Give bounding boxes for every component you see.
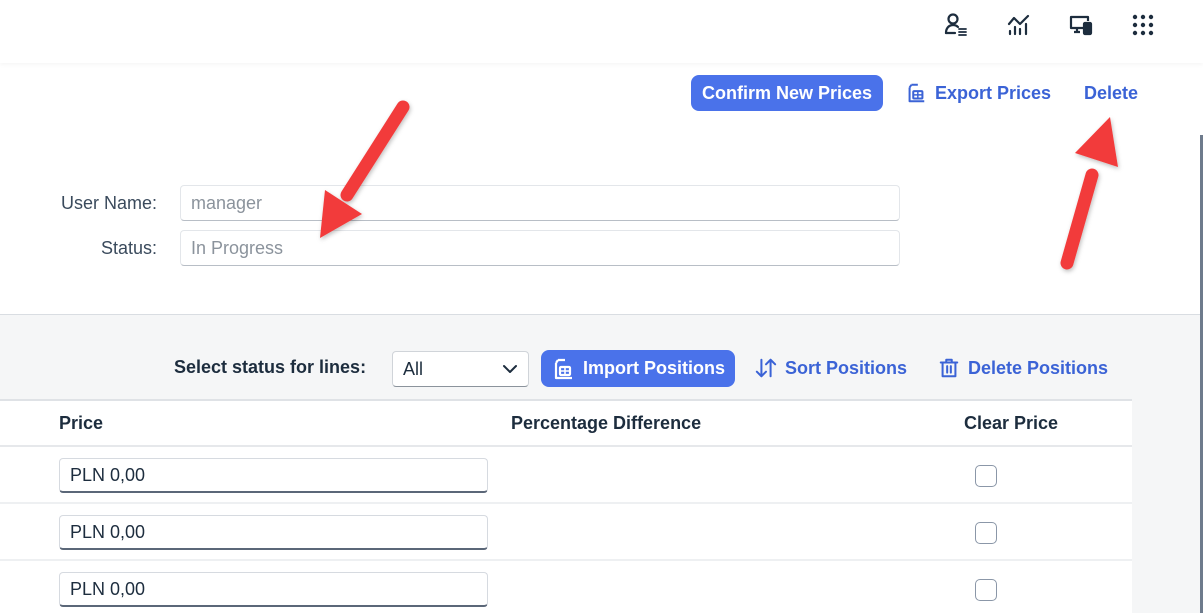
export-table-icon xyxy=(908,83,925,103)
sort-positions-label: Sort Positions xyxy=(785,357,908,378)
import-positions-button[interactable]: Import Positions xyxy=(541,350,736,387)
user-name-field[interactable]: manager xyxy=(180,185,900,221)
price-input[interactable]: PLN 0,00 xyxy=(59,572,488,607)
delete-positions-button[interactable]: Delete Positions xyxy=(938,350,1108,386)
clear-price-checkbox[interactable] xyxy=(975,579,997,601)
delete-label: Delete xyxy=(1084,82,1139,103)
device-icon[interactable] xyxy=(1068,12,1094,38)
table-header: Price Percentage Difference Clear Price xyxy=(0,401,1132,447)
clear-price-checkbox[interactable] xyxy=(975,522,997,544)
status-filter-value: All xyxy=(403,358,424,379)
table-row: PLN 0,00 xyxy=(0,504,1132,561)
price-value: PLN 0,00 xyxy=(70,578,146,599)
import-positions-label: Import Positions xyxy=(583,358,726,378)
price-input[interactable]: PLN 0,00 xyxy=(59,458,488,493)
app-grid-icon[interactable] xyxy=(1130,12,1156,38)
status-field[interactable]: In Progress xyxy=(180,230,900,266)
status-filter-label: Select status for lines: xyxy=(174,357,367,377)
analytics-icon[interactable] xyxy=(1006,12,1032,38)
column-header-percentage-difference[interactable]: Percentage Difference xyxy=(511,413,701,434)
confirm-new-prices-label: Confirm New Prices xyxy=(702,82,873,103)
price-value: PLN 0,00 xyxy=(70,521,146,542)
trash-icon xyxy=(939,358,959,378)
column-header-clear-price[interactable]: Clear Price xyxy=(964,413,1058,434)
user-name-label: User Name: xyxy=(60,193,157,213)
export-prices-label: Export Prices xyxy=(935,82,1052,103)
status-filter-select[interactable]: All xyxy=(392,351,529,387)
clear-price-checkbox[interactable] xyxy=(975,465,997,487)
user-name-value: manager xyxy=(191,192,263,213)
import-table-icon xyxy=(554,358,572,379)
column-header-price[interactable]: Price xyxy=(59,413,103,434)
price-value: PLN 0,00 xyxy=(70,464,146,485)
status-value: In Progress xyxy=(191,237,284,258)
sort-icon xyxy=(755,358,777,378)
shell-bar xyxy=(0,0,1203,63)
delete-positions-label: Delete Positions xyxy=(968,357,1109,378)
chevron-down-icon xyxy=(503,365,517,373)
sort-positions-button[interactable]: Sort Positions xyxy=(755,350,907,386)
table-row: PLN 0,00 xyxy=(0,561,1132,613)
table-row: PLN 0,00 xyxy=(0,447,1132,504)
price-input[interactable]: PLN 0,00 xyxy=(59,515,488,550)
user-settings-icon[interactable] xyxy=(943,12,969,38)
delete-button[interactable]: Delete xyxy=(1084,75,1138,111)
export-prices-button[interactable]: Export Prices xyxy=(905,75,1051,111)
confirm-new-prices-button[interactable]: Confirm New Prices xyxy=(691,75,884,111)
status-label: Status: xyxy=(100,238,157,258)
positions-table: Price Percentage Difference Clear Price … xyxy=(0,399,1132,613)
